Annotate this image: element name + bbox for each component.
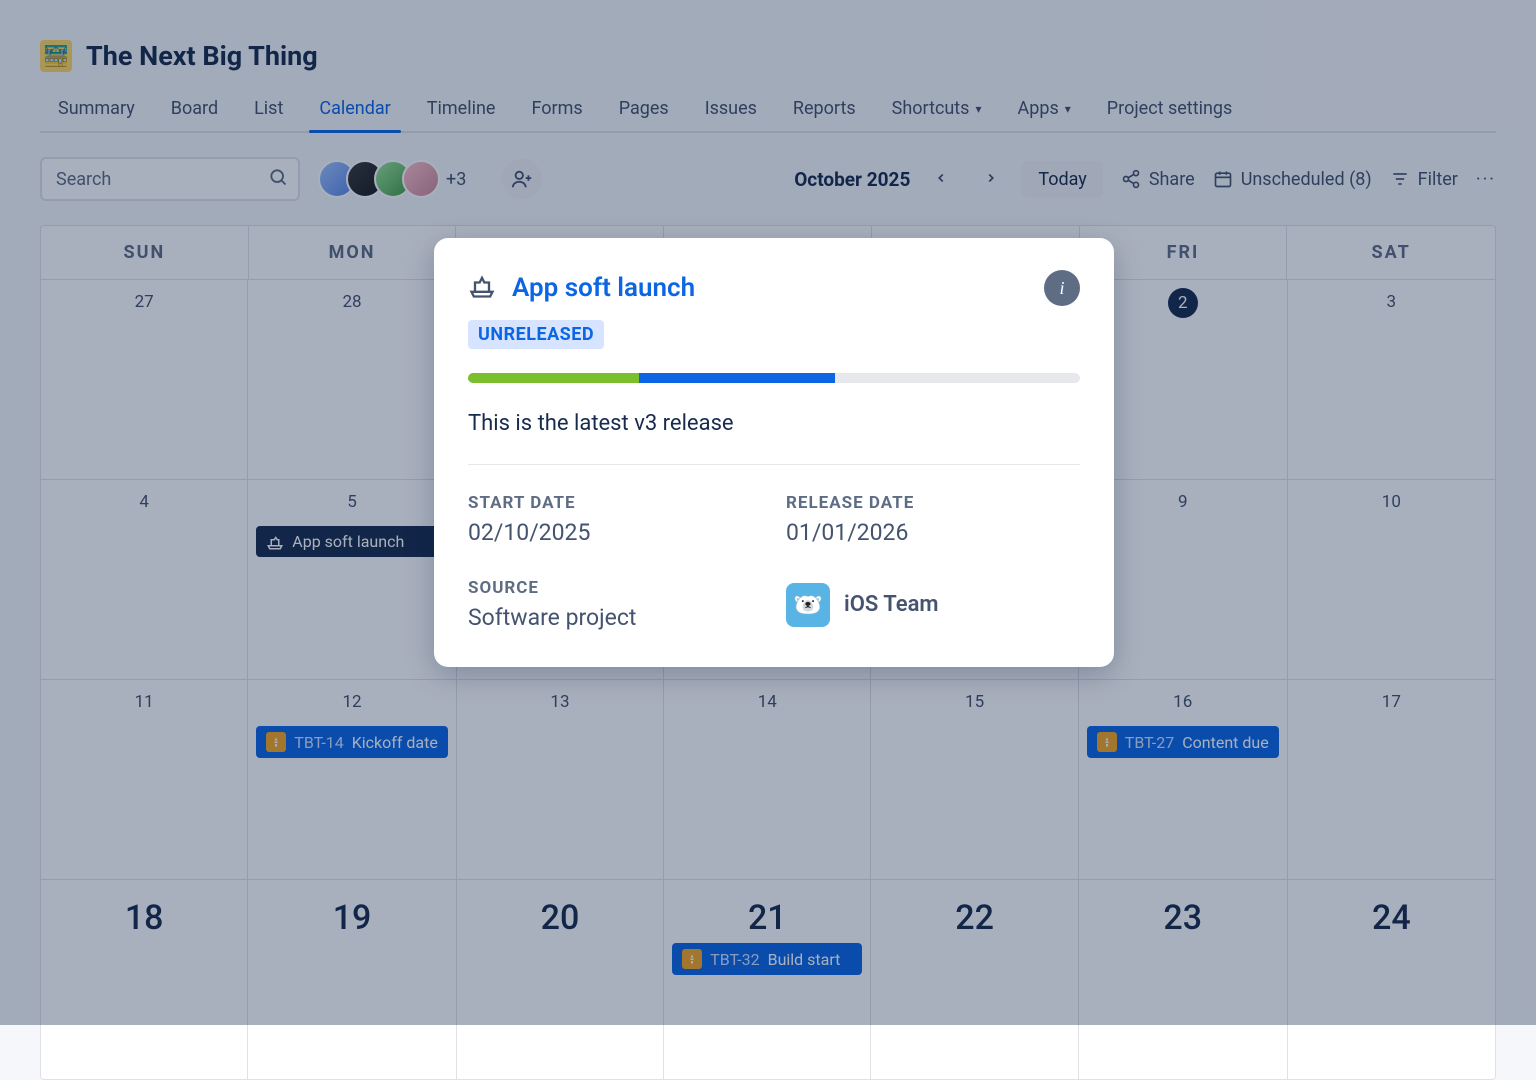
team-icon: 🐻‍❄️ (786, 583, 830, 627)
divider (468, 464, 1080, 465)
release-popover: App soft launch i UNRELEASED This is the… (434, 238, 1114, 667)
release-title[interactable]: App soft launch (512, 273, 1028, 303)
progress-inprogress (639, 373, 835, 383)
team-link[interactable]: 🐻‍❄️ iOS Team (786, 578, 1080, 631)
start-date-field: START DATE 02/10/2025 (468, 493, 762, 546)
release-progress (468, 373, 1080, 383)
release-date-field: RELEASE DATE 01/01/2026 (786, 493, 1080, 546)
ship-icon (468, 272, 496, 304)
status-badge: UNRELEASED (468, 320, 604, 349)
source-field: SOURCE Software project (468, 578, 762, 631)
release-description: This is the latest v3 release (468, 411, 1080, 436)
progress-done (468, 373, 639, 383)
info-button[interactable]: i (1044, 270, 1080, 306)
